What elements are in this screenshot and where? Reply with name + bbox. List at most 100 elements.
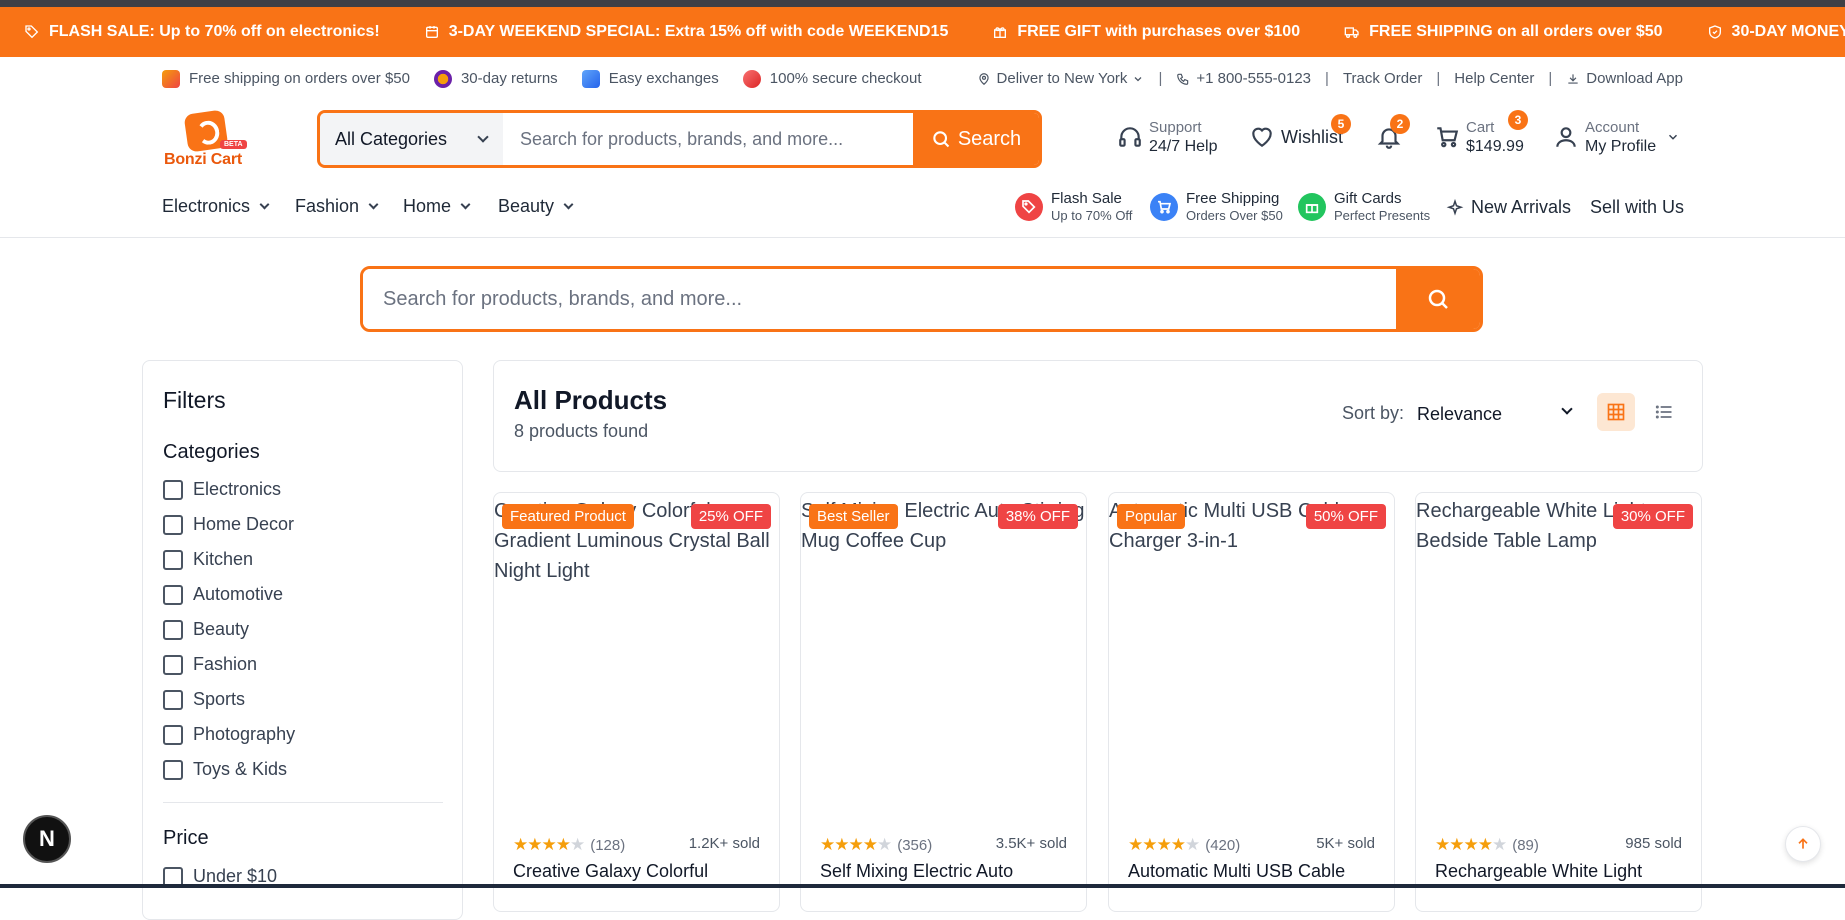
promo-text: 30-DAY MONEY BACK GUARANTEE bbox=[1731, 23, 1845, 40]
main-search-button[interactable] bbox=[1396, 269, 1480, 329]
perk-exchanges: Easy exchanges bbox=[581, 69, 719, 88]
perk-text: 30-day returns bbox=[460, 70, 558, 87]
deliver-location[interactable]: Deliver to New York bbox=[977, 70, 1145, 87]
account-menu[interactable]: Account My Profile bbox=[1553, 118, 1686, 156]
main-header: BETA Bonzi Cart All Categories Search Su… bbox=[0, 100, 1845, 180]
promo-subtitle: Orders Over $50 bbox=[1186, 208, 1283, 223]
cart-link[interactable]: Cart $149.99 3 bbox=[1434, 110, 1528, 156]
filter-sports[interactable]: Sports bbox=[163, 689, 245, 710]
checkbox-label: Photography bbox=[193, 724, 296, 744]
filter-kitchen[interactable]: Kitchen bbox=[163, 549, 253, 570]
product-name[interactable]: Creative Galaxy Colorful bbox=[513, 861, 708, 882]
promo-text: FREE SHIPPING on all orders over $50 bbox=[1369, 23, 1663, 40]
promo-item[interactable]: 3-DAY WEEKEND SPECIAL: Extra 15% off wit… bbox=[424, 23, 948, 41]
download-icon bbox=[1568, 73, 1578, 84]
deliver-text: Deliver to New York bbox=[996, 70, 1128, 87]
product-card[interactable]: Automatic Multi USB Cable Charger 3-in-1… bbox=[1108, 492, 1395, 912]
promo-item[interactable]: FREE SHIPPING on all orders over $50 bbox=[1344, 23, 1663, 41]
perk-secure: 100% secure checkout bbox=[742, 69, 922, 88]
help-center-link[interactable]: Help Center bbox=[1454, 70, 1534, 87]
checkbox[interactable] bbox=[163, 724, 183, 745]
search-icon bbox=[1428, 289, 1448, 309]
headset-icon bbox=[1119, 127, 1141, 147]
list-view-button[interactable] bbox=[1645, 393, 1683, 431]
gift-cards-link[interactable]: Gift Cards Perfect Presents bbox=[1298, 190, 1430, 224]
filter-home-decor[interactable]: Home Decor bbox=[163, 514, 294, 535]
perk-returns: 30-day returns bbox=[433, 69, 558, 88]
nav-beauty[interactable]: Beauty bbox=[498, 196, 574, 217]
star-icons: ★★★★★ bbox=[513, 835, 585, 854]
download-app-link[interactable]: Download App bbox=[1566, 70, 1683, 87]
main-search-bar bbox=[360, 266, 1483, 332]
promo-text: FREE GIFT with purchases over $100 bbox=[1017, 23, 1301, 40]
main-search-input[interactable] bbox=[363, 269, 1396, 329]
promo-title: Flash Sale bbox=[1051, 190, 1122, 207]
flash-sale-link[interactable]: Flash Sale Up to 70% Off bbox=[1015, 190, 1132, 224]
checkbox[interactable] bbox=[163, 479, 183, 500]
sold-count: 5K+ sold bbox=[1316, 835, 1375, 852]
checkbox[interactable] bbox=[163, 654, 183, 675]
new-arrivals-link[interactable]: New Arrivals bbox=[1446, 197, 1571, 218]
promo-item[interactable]: 30-DAY MONEY BACK GUARANTEE bbox=[1707, 23, 1845, 41]
phone-text: +1 800-555-0123 bbox=[1196, 70, 1312, 87]
cart-badge: 3 bbox=[1508, 110, 1528, 130]
info-links: Deliver to New York | +1 800-555-0123 | … bbox=[977, 70, 1683, 87]
sort-select[interactable]: Relevance bbox=[1417, 401, 1577, 427]
filter-fashion[interactable]: Fashion bbox=[163, 654, 257, 675]
track-order-link[interactable]: Track Order bbox=[1343, 70, 1422, 87]
support-link[interactable]: Support 24/7 Help bbox=[1117, 118, 1218, 156]
notifications-badge: 2 bbox=[1390, 114, 1410, 134]
review-count: (89) bbox=[1512, 836, 1539, 854]
checkbox[interactable] bbox=[163, 514, 183, 535]
nav-label: Beauty bbox=[498, 196, 555, 216]
product-name[interactable]: Automatic Multi USB Cable bbox=[1128, 861, 1345, 882]
sold-count: 3.5K+ sold bbox=[995, 835, 1067, 852]
promo-item[interactable]: FREE GIFT with purchases over $100 bbox=[992, 23, 1300, 41]
sold-count: 985 sold bbox=[1625, 835, 1682, 852]
filter-electronics[interactable]: Electronics bbox=[163, 479, 281, 500]
grid-icon bbox=[1607, 403, 1625, 421]
phone-link[interactable]: +1 800-555-0123 bbox=[1176, 70, 1311, 87]
checkbox[interactable] bbox=[163, 584, 183, 605]
product-card[interactable]: Creative Galaxy Colorful Gradient Lumino… bbox=[493, 492, 780, 912]
separator: | bbox=[1436, 70, 1441, 87]
tag-icon bbox=[25, 25, 39, 39]
chevron-down-icon bbox=[460, 199, 471, 210]
product-card[interactable]: Rechargeable White Light Bedside Table L… bbox=[1415, 492, 1702, 912]
filter-beauty[interactable]: Beauty bbox=[163, 619, 249, 640]
wishlist-link[interactable]: Wishlist 5 bbox=[1249, 114, 1351, 150]
discount-badge: 25% OFF bbox=[690, 504, 771, 529]
sell-with-us-link[interactable]: Sell with Us bbox=[1590, 197, 1684, 218]
product-card[interactable]: Self Mixing Electric Auto Stirring Mug C… bbox=[800, 492, 1087, 912]
checkbox[interactable] bbox=[163, 549, 183, 570]
checkbox-label: Home Decor bbox=[193, 514, 295, 534]
checkbox[interactable] bbox=[163, 689, 183, 710]
fab-letter: N bbox=[39, 826, 55, 851]
rating: ★★★★★ (420) bbox=[1128, 835, 1240, 855]
support-label: Support bbox=[1149, 119, 1202, 136]
review-count: (356) bbox=[897, 836, 933, 854]
notifications-button[interactable]: 2 bbox=[1376, 114, 1410, 150]
nextjs-devtools-button[interactable]: N bbox=[23, 815, 71, 863]
heart-icon bbox=[1252, 127, 1272, 147]
product-name[interactable]: Rechargeable White Light bbox=[1435, 861, 1642, 882]
cart-icon bbox=[1150, 193, 1178, 221]
checkbox-label: Toys & Kids bbox=[193, 759, 288, 779]
checkbox[interactable] bbox=[163, 759, 183, 780]
separator: | bbox=[1325, 70, 1329, 87]
promo-item[interactable]: FLASH SALE: Up to 70% off on electronics… bbox=[24, 23, 380, 41]
checkbox[interactable] bbox=[163, 619, 183, 640]
nav-fashion[interactable]: Fashion bbox=[295, 196, 379, 217]
grid-view-button[interactable] bbox=[1597, 393, 1635, 431]
filter-automotive[interactable]: Automotive bbox=[163, 584, 283, 605]
checkbox-label: Sports bbox=[193, 689, 246, 709]
filter-toys-kids[interactable]: Toys & Kids bbox=[163, 759, 287, 780]
checkbox-label: Automotive bbox=[193, 584, 284, 604]
free-shipping-link[interactable]: Free Shipping Orders Over $50 bbox=[1150, 190, 1283, 224]
browser-top-strip bbox=[0, 0, 1845, 7]
scroll-to-top-button[interactable] bbox=[1785, 826, 1821, 862]
filter-photography[interactable]: Photography bbox=[163, 724, 295, 745]
nav-home[interactable]: Home bbox=[403, 196, 471, 217]
product-name[interactable]: Self Mixing Electric Auto bbox=[820, 861, 1013, 882]
nav-electronics[interactable]: Electronics bbox=[162, 196, 270, 217]
